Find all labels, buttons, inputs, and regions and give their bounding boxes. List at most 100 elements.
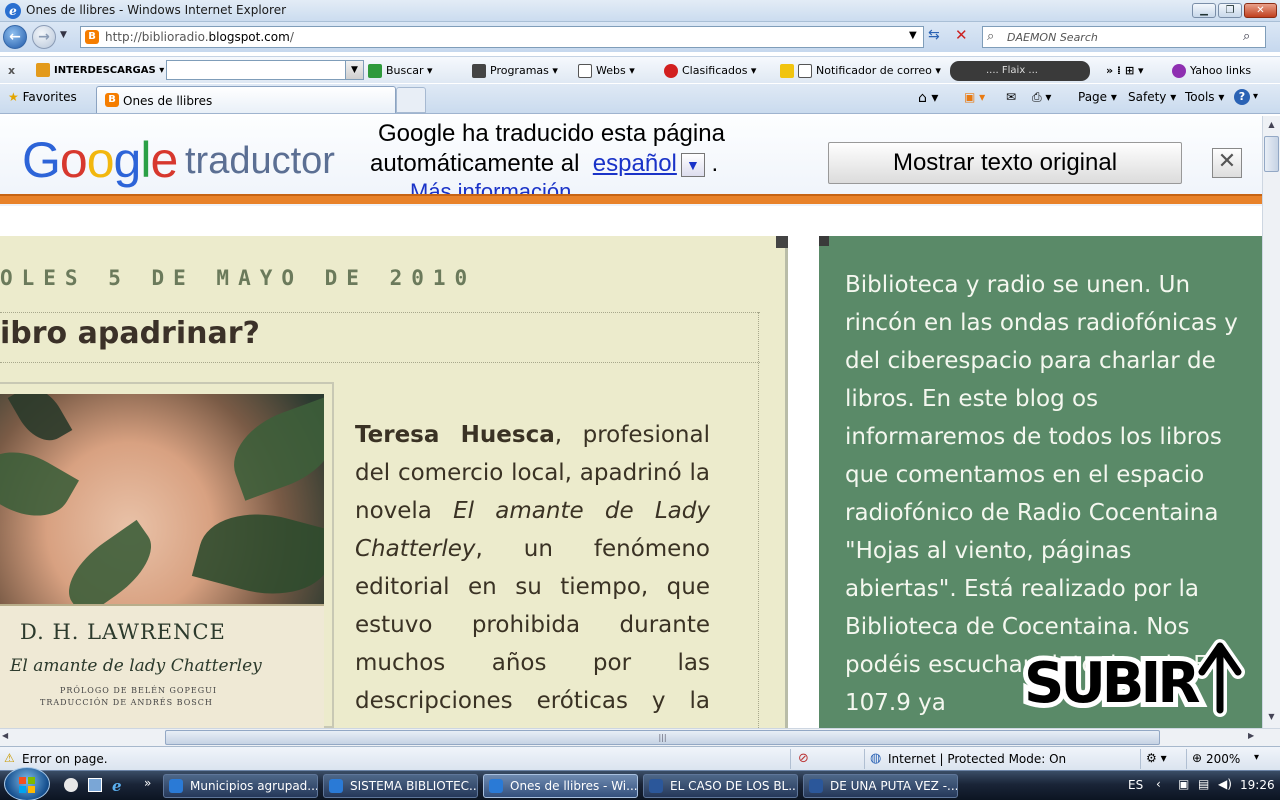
security-zone[interactable]: Internet | Protected Mode: On bbox=[888, 752, 1066, 766]
taskbar-item[interactable]: SISTEMA BIBLIOTEC... bbox=[323, 774, 478, 798]
google-logo: Google bbox=[22, 132, 178, 188]
tray-expand-icon[interactable]: ‹ bbox=[1156, 777, 1161, 791]
show-original-button[interactable]: Mostrar texto original bbox=[828, 142, 1182, 184]
yahoo-links-button[interactable]: Yahoo links bbox=[1172, 61, 1251, 81]
ie-icon bbox=[169, 779, 183, 793]
ie-icon bbox=[489, 779, 503, 793]
book-image-frame: D. H. LAWRENCE El amante de lady Chatter… bbox=[0, 382, 334, 730]
quicklaunch-ie-icon[interactable]: e bbox=[112, 777, 122, 795]
cover-author: D. H. LAWRENCE bbox=[20, 620, 226, 644]
vertical-scroll-thumb[interactable] bbox=[1264, 136, 1279, 172]
status-separator bbox=[1186, 749, 1187, 769]
scroll-left-icon[interactable]: ◀ bbox=[2, 731, 8, 740]
book-cover-image[interactable]: D. H. LAWRENCE El amante de lady Chatter… bbox=[0, 394, 324, 730]
maximize-button[interactable]: ❐ bbox=[1218, 3, 1242, 18]
volume-icon[interactable]: ◀) bbox=[1218, 777, 1232, 791]
warning-icon bbox=[780, 64, 794, 78]
address-dropdown-icon[interactable]: ▼ bbox=[909, 30, 917, 41]
taskbar-item-active[interactable]: Ones de llibres - Wi... bbox=[483, 774, 638, 798]
quicklaunch-chrome-icon[interactable] bbox=[64, 778, 78, 792]
blogger-favicon-icon: B bbox=[85, 30, 99, 44]
favorites-button[interactable]: ★ Favorites bbox=[8, 90, 77, 104]
print-icon[interactable]: ⎙ ▾ bbox=[1032, 90, 1051, 105]
scroll-right-icon[interactable]: ▶ bbox=[1248, 731, 1254, 740]
new-tab-button[interactable] bbox=[396, 87, 426, 113]
interdescargas-logo[interactable]: INTERDESCARGAS ▾ bbox=[36, 61, 164, 81]
windows-flag-icon bbox=[19, 777, 35, 793]
start-button[interactable] bbox=[4, 767, 50, 800]
language-dropdown-icon[interactable]: ▼ bbox=[680, 152, 705, 177]
globe-icon: ◍ bbox=[870, 751, 882, 766]
back-button[interactable]: ← bbox=[3, 25, 27, 49]
close-translate-bar-icon[interactable]: ✕ bbox=[1212, 148, 1242, 178]
toolbar-overflow-icon[interactable]: » ⁞ ⊞ ▾ bbox=[1106, 61, 1144, 81]
toolbar-input-dropdown-icon[interactable]: ▼ bbox=[345, 61, 363, 79]
programas-button[interactable]: Programas ▾ bbox=[472, 61, 558, 81]
search-field[interactable]: ⌕ DAEMON Search ⌕ bbox=[982, 26, 1266, 48]
address-bar-row: ← → ▼ B http://biblioradio.blogspot.com/… bbox=[0, 22, 1280, 52]
help-dropdown-icon[interactable]: ▾ bbox=[1253, 91, 1258, 102]
home-icon[interactable]: ⌂ ▾ bbox=[918, 90, 938, 106]
vertical-scrollbar[interactable]: ▲ ▼ bbox=[1262, 116, 1280, 728]
search-go-icon[interactable]: ⌕ bbox=[1243, 29, 1250, 44]
warning-icon[interactable]: ⚠ bbox=[4, 752, 18, 765]
title-divider bbox=[0, 362, 760, 363]
page-icon bbox=[578, 64, 592, 78]
buscar-button[interactable]: Buscar ▾ bbox=[368, 61, 433, 81]
tools-menu[interactable]: Tools ▾ bbox=[1185, 90, 1224, 104]
subir-label: SUBIR bbox=[1024, 651, 1199, 716]
zoom-dropdown-icon[interactable]: ▾ bbox=[1254, 752, 1259, 763]
language-link[interactable]: español bbox=[593, 150, 677, 177]
page-menu[interactable]: Page ▾ bbox=[1078, 90, 1117, 104]
tab-ones-de-llibres[interactable]: B Ones de llibres bbox=[96, 86, 396, 113]
toolbar-row: x INTERDESCARGAS ▾ ▼ Buscar ▾ Programas … bbox=[0, 56, 1280, 83]
stop-icon[interactable]: ✕ bbox=[955, 26, 968, 44]
close-window-button[interactable]: ✕ bbox=[1244, 3, 1277, 18]
address-field[interactable]: B http://biblioradio.blogspot.com/ ▼ bbox=[80, 26, 924, 48]
refresh-icon[interactable]: ⇆ bbox=[928, 27, 940, 43]
taskbar-item[interactable]: EL CASO DE LOS BL... bbox=[643, 774, 798, 798]
protected-mode-icon[interactable]: ⚙ ▾ bbox=[1146, 751, 1167, 765]
scroll-to-top-button[interactable]: SUBIR bbox=[1016, 630, 1256, 721]
tab-label: Ones de llibres bbox=[123, 94, 213, 108]
safety-menu[interactable]: Safety ▾ bbox=[1128, 90, 1176, 104]
zoom-level[interactable]: 200% bbox=[1206, 752, 1240, 766]
taskbar-item[interactable]: DE UNA PUTA VEZ -... bbox=[803, 774, 958, 798]
quicklaunch-overflow-icon[interactable]: » bbox=[144, 776, 151, 790]
horizontal-scroll-thumb[interactable]: ||| bbox=[165, 730, 1160, 745]
forward-button[interactable]: → bbox=[32, 25, 56, 49]
post-body: Teresa Huesca, profesional del comercio … bbox=[355, 422, 710, 752]
webs-button[interactable]: Webs ▾ bbox=[578, 61, 635, 81]
privacy-icon[interactable]: ⊘ bbox=[798, 751, 809, 766]
ie-logo-icon: e bbox=[5, 3, 21, 19]
clasificados-button[interactable]: Clasificados ▾ bbox=[664, 61, 756, 81]
rss-icon[interactable]: ▣ ▾ bbox=[964, 90, 985, 104]
clock[interactable]: 19:26 bbox=[1240, 778, 1275, 792]
scroll-down-icon[interactable]: ▼ bbox=[1264, 709, 1279, 725]
help-icon[interactable]: ? bbox=[1234, 89, 1250, 105]
radio-player[interactable]: .... Flaix ... bbox=[950, 61, 1090, 81]
post-title[interactable]: ibro apadrinar? bbox=[0, 316, 260, 351]
minimize-button[interactable]: ▁ bbox=[1192, 3, 1216, 18]
scroll-up-icon[interactable]: ▲ bbox=[1264, 117, 1279, 133]
horizontal-scrollbar[interactable]: ◀ ||| ▶ bbox=[0, 728, 1280, 746]
read-mail-icon[interactable]: ✉ bbox=[1006, 90, 1016, 104]
tray-app-icon[interactable]: ▤ bbox=[1198, 777, 1209, 791]
notificador-button[interactable]: Notificador de correo ▾ bbox=[780, 61, 941, 81]
toolbar-close-icon[interactable]: x bbox=[8, 61, 15, 81]
more-info-link[interactable]: Más información bbox=[410, 178, 571, 194]
show-desktop-icon[interactable] bbox=[88, 778, 102, 792]
input-language[interactable]: ES bbox=[1128, 778, 1143, 792]
blog-post: OLES 5 DE MAYO DE 2010 ibro apadrinar? D… bbox=[0, 236, 788, 752]
toolbar-search-input[interactable]: ▼ bbox=[166, 60, 364, 80]
taskbar-item[interactable]: Municipios agrupad... bbox=[163, 774, 318, 798]
cover-prologue: PRÓLOGO DE BELÉN GOPEGUI bbox=[60, 686, 218, 695]
disk-icon bbox=[472, 64, 486, 78]
interdescargas-icon bbox=[36, 63, 50, 77]
window-title: Ones de llibres - Windows Internet Explo… bbox=[26, 3, 287, 17]
history-dropdown-icon[interactable]: ▼ bbox=[60, 30, 67, 40]
network-icon[interactable]: ▣ bbox=[1178, 777, 1189, 791]
clasificados-icon bbox=[664, 64, 678, 78]
error-text[interactable]: Error on page. bbox=[22, 752, 108, 766]
status-separator bbox=[790, 749, 791, 769]
